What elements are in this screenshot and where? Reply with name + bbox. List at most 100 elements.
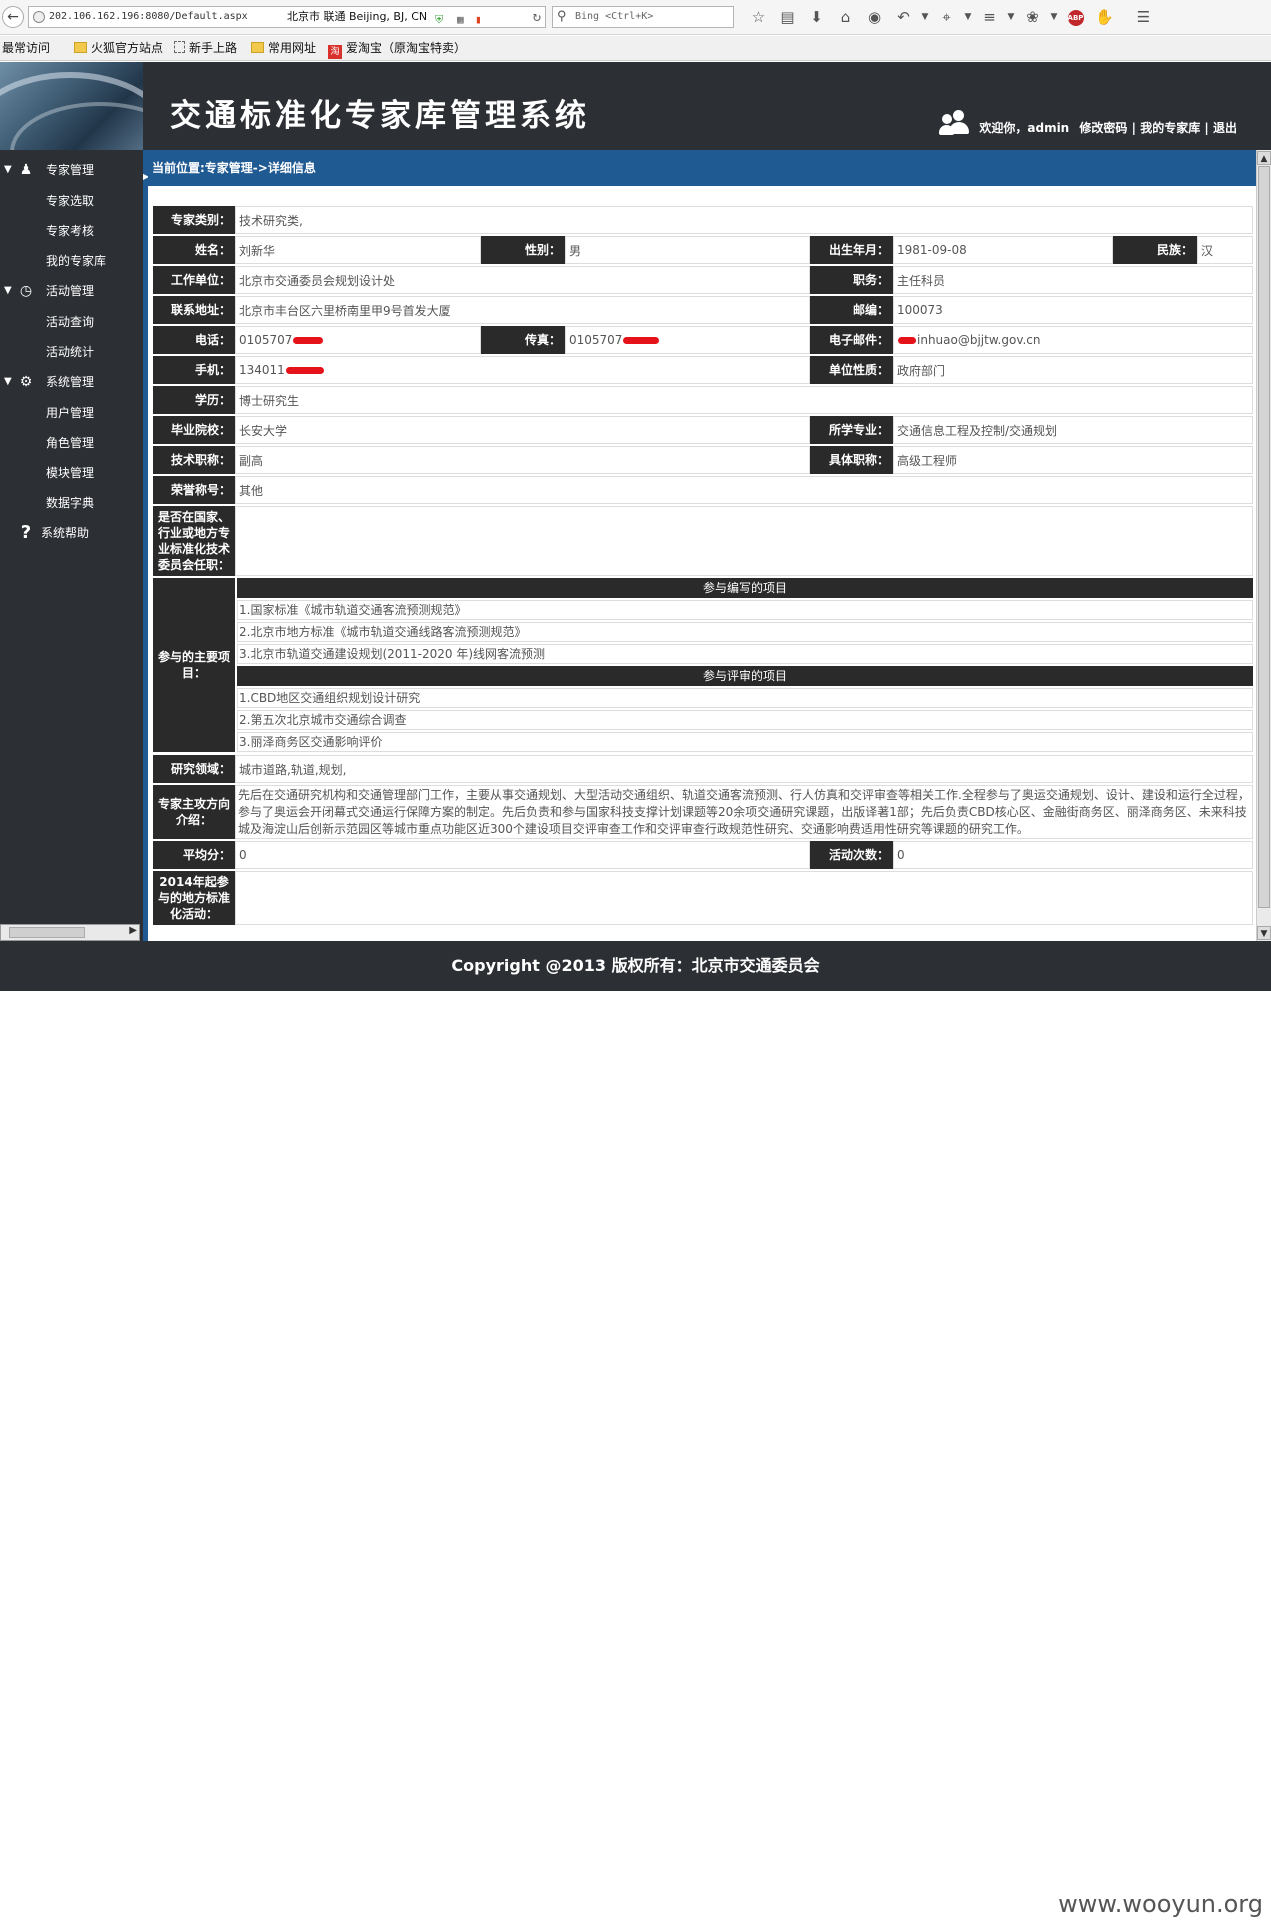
value-unit-type: 政府部门 (893, 356, 1253, 384)
help-icon: ? (20, 522, 32, 543)
row-projects: 参与的主要项目： 参与编写的项目 1.国家标准《城市轨道交通客流预测规范》 2.… (153, 578, 1253, 752)
dropdown-arrow-icon[interactable]: ▼ (961, 6, 975, 28)
value-category: 技术研究类, (235, 206, 1253, 234)
sidebar-item-activity-query[interactable]: 活动查询 (46, 312, 94, 332)
adblock-icon[interactable]: ABP (1061, 6, 1090, 28)
undo-icon[interactable]: ↶ (889, 6, 918, 28)
header-logo-image (0, 62, 143, 150)
qr-icon[interactable]: ▦ (457, 10, 464, 27)
sidebar-item-module-management[interactable]: 模块管理 (46, 463, 94, 483)
dropdown-arrow-icon[interactable]: ▼ (1047, 6, 1061, 28)
sidebar-item-user-management[interactable]: 用户管理 (46, 403, 94, 423)
download-icon[interactable]: ⬇ (802, 6, 831, 28)
menu-group-system-help[interactable]: ? 系统帮助 (0, 523, 143, 543)
my-expert-library-link[interactable]: 我的专家库 (1140, 121, 1200, 135)
crop-icon[interactable]: ⌖ (932, 6, 961, 28)
label-specific-title: 具体职称： (810, 446, 893, 474)
expand-triangle-icon: ▼ (4, 164, 12, 175)
link-separator: | (1204, 121, 1209, 135)
row-education: 学历： 博士研究生 (153, 386, 1253, 414)
menu-group-label: 系统帮助 (41, 526, 90, 540)
dropdown-arrow-icon[interactable]: ▼ (1004, 6, 1018, 28)
value-honor: 其他 (235, 476, 1253, 504)
dropdown-arrow-icon[interactable]: ▼ (918, 6, 932, 28)
bookmark-label: 爱淘宝（原淘宝特卖） (346, 41, 467, 55)
extension-icon[interactable]: ✋ (1090, 6, 1119, 28)
row-intro: 专家主攻方向介绍： 先后在交通研究机构和交通管理部门工作，主要从事交通规划、大型… (153, 785, 1253, 839)
search-input[interactable]: ⚲ Bing <Ctrl+K> (552, 6, 734, 28)
globe-icon (33, 11, 45, 23)
redaction-mark (293, 336, 324, 344)
welcome-text: 欢迎你，admin (979, 121, 1070, 135)
sidebar-item-activity-stats[interactable]: 活动统计 (46, 342, 94, 362)
menu-group-activity-management[interactable]: ▼ ◷ 活动管理 (0, 281, 143, 301)
sidebar-horizontal-scrollbar[interactable]: ▶ (0, 924, 140, 941)
scroll-down-arrow-icon[interactable]: ▼ (1257, 926, 1271, 940)
value-fax: 0105707 (565, 326, 810, 354)
sidebar-item-expert-select[interactable]: 专家选取 (46, 191, 94, 211)
menu-icon[interactable]: ☰ (1129, 6, 1158, 28)
reading-list-icon[interactable]: ▤ (773, 6, 802, 28)
bookmark-aitaobao[interactable]: 淘爱淘宝（原淘宝特卖） (328, 40, 466, 59)
row-employer: 工作单位： 北京市交通委员会规划设计处 职务： 主任科员 (153, 266, 1253, 294)
taobao-icon: 淘 (328, 45, 342, 59)
flag-icon[interactable]: ▮ (475, 10, 482, 27)
row-honor: 荣誉称号： 其他 (153, 476, 1253, 504)
content-vertical-scrollbar[interactable]: ▲ ▼ (1256, 150, 1271, 941)
sidebar: ▼ ♟ 专家管理 专家选取 专家考核 我的专家库 ▼ ◷ 活动管理 活动查询 活… (0, 150, 143, 941)
row-school: 毕业院校： 长安大学 所学专业： 交通信息工程及控制/交通规划 (153, 416, 1253, 444)
change-password-link[interactable]: 修改密码 (1079, 121, 1127, 135)
label-position: 职务： (810, 266, 893, 294)
label-school: 毕业院校： (153, 416, 235, 444)
bookmark-label: 常用网址 (268, 41, 317, 55)
sidebar-item-my-library[interactable]: 我的专家库 (46, 251, 106, 271)
label-local-standard: 2014年起参与的地方标准化活动： (153, 871, 235, 925)
bookmark-getting-started[interactable]: 新手上路 (174, 40, 237, 56)
menu-group-system-management[interactable]: ▼ ⚙ 系统管理 (0, 372, 143, 392)
shield-icon[interactable]: ⛨ (435, 10, 443, 27)
label-major: 所学专业： (810, 416, 893, 444)
value-avg-score: 0 (235, 841, 810, 869)
address-bar[interactable]: 202.106.162.196:8080/Default.aspx 北京市 联通… (28, 6, 546, 28)
value-activity-count: 0 (893, 841, 1253, 869)
row-phone: 电话： 0105707 传真： 0105707 电子邮件： inhuao@bjj… (153, 326, 1253, 354)
logout-link[interactable]: 退出 (1213, 121, 1237, 135)
bug-icon[interactable]: ❀ (1018, 6, 1047, 28)
sidebar-item-expert-assess[interactable]: 专家考核 (46, 221, 94, 241)
home-icon[interactable]: ⌂ (831, 6, 860, 28)
scrollbar-thumb[interactable] (1258, 166, 1270, 908)
value-email: inhuao@bjjtw.gov.cn (893, 326, 1253, 354)
value-specific-title: 高级工程师 (893, 446, 1253, 474)
email-text: inhuao@bjjtw.gov.cn (917, 333, 1041, 347)
scrollbar-thumb[interactable] (9, 927, 85, 938)
menu-group-label: 活动管理 (46, 284, 95, 298)
value-major: 交通信息工程及控制/交通规划 (893, 416, 1253, 444)
label-honor: 荣誉称号： (153, 476, 235, 504)
back-arrow-icon[interactable]: ← (2, 6, 24, 28)
scroll-right-arrow-icon[interactable]: ▶ (129, 925, 137, 936)
label-birth: 出生年月： (810, 236, 893, 264)
bookmark-common-sites[interactable]: 常用网址 (251, 40, 316, 56)
compiled-project-item: 1.国家标准《城市轨道交通客流预测规范》 (237, 600, 1253, 620)
label-gender: 性别： (481, 236, 565, 264)
reviewed-project-item: 3.丽泽商务区交通影响评价 (237, 732, 1253, 752)
translate-icon[interactable]: ≡ (975, 6, 1004, 28)
row-committee: 是否在国家、行业或地方专业标准化技术委员会任职： (153, 506, 1253, 576)
search-placeholder: Bing <Ctrl+K> (575, 11, 654, 22)
bookmark-most-visited[interactable]: 最常访问 (2, 40, 50, 56)
bookmark-firefox-official[interactable]: 火狐官方站点 (74, 40, 163, 56)
reload-icon[interactable]: ↻ (533, 7, 541, 27)
sidebar-item-data-dictionary[interactable]: 数据字典 (46, 493, 94, 513)
value-education: 博士研究生 (235, 386, 1253, 414)
expand-triangle-icon: ▼ (4, 285, 12, 296)
chat-icon[interactable]: ◉ (860, 6, 889, 28)
label-tech-title: 技术职称： (153, 446, 235, 474)
redaction-mark (285, 366, 324, 374)
star-icon[interactable]: ☆ (744, 6, 773, 28)
scroll-up-arrow-icon[interactable]: ▲ (1257, 151, 1271, 165)
value-school: 长安大学 (235, 416, 810, 444)
menu-group-expert-management[interactable]: ▼ ♟ 专家管理 (0, 160, 143, 180)
bookmark-label: 新手上路 (189, 41, 238, 55)
label-address: 联系地址： (153, 296, 235, 324)
sidebar-item-role-management[interactable]: 角色管理 (46, 433, 94, 453)
